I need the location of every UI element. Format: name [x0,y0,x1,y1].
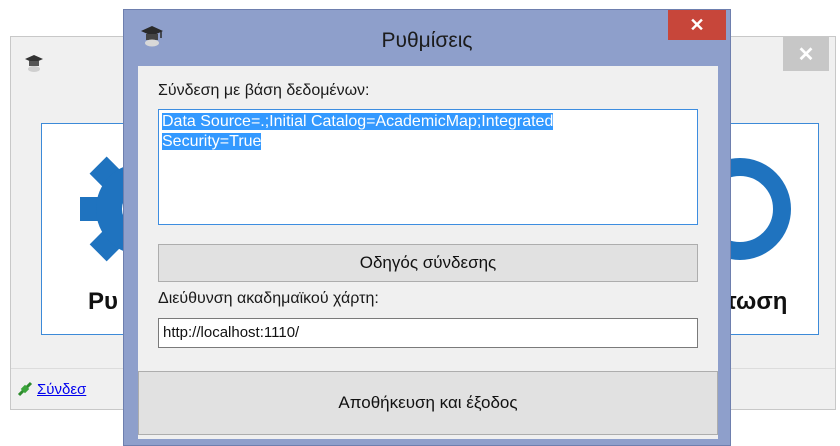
graduation-cap-icon [25,55,43,72]
connection-tile-label: τωση [726,288,788,315]
connection-string-line-2: Security=True [162,133,262,150]
settings-dialog: Ρυθμίσεις ✕ Σύνδεση με βάση δεδομένων: D… [123,9,731,446]
dialog-close-button[interactable]: ✕ [668,10,726,40]
dialog-titlebar[interactable]: Ρυθμίσεις ✕ [124,10,730,66]
connection-string-label: Σύνδεση με βάση δεδομένων: [158,82,370,99]
connection-wizard-button[interactable]: Οδηγός σύνδεσης [158,244,698,282]
connection-string-textarea[interactable]: Data Source=.;Initial Catalog=AcademicMa… [158,109,698,225]
settings-tile-label: Ρυ [88,288,118,315]
plug-icon [17,381,33,397]
connection-status-link[interactable]: Σύνδεσ [37,381,86,398]
save-and-exit-button[interactable]: Αποθήκευση και έξοδος [138,371,718,435]
dialog-content: Σύνδεση με βάση δεδομένων: Data Source=.… [138,66,718,439]
map-address-label: Διεύθυνση ακαδημαϊκού χάρτη: [158,290,379,307]
connection-string-line-1: Data Source=.;Initial Catalog=AcademicMa… [162,113,554,130]
map-address-input[interactable]: http://localhost:1110/ [158,318,698,348]
dialog-title: Ρυθμίσεις [381,29,473,52]
background-close-button[interactable]: ✕ [783,37,829,71]
